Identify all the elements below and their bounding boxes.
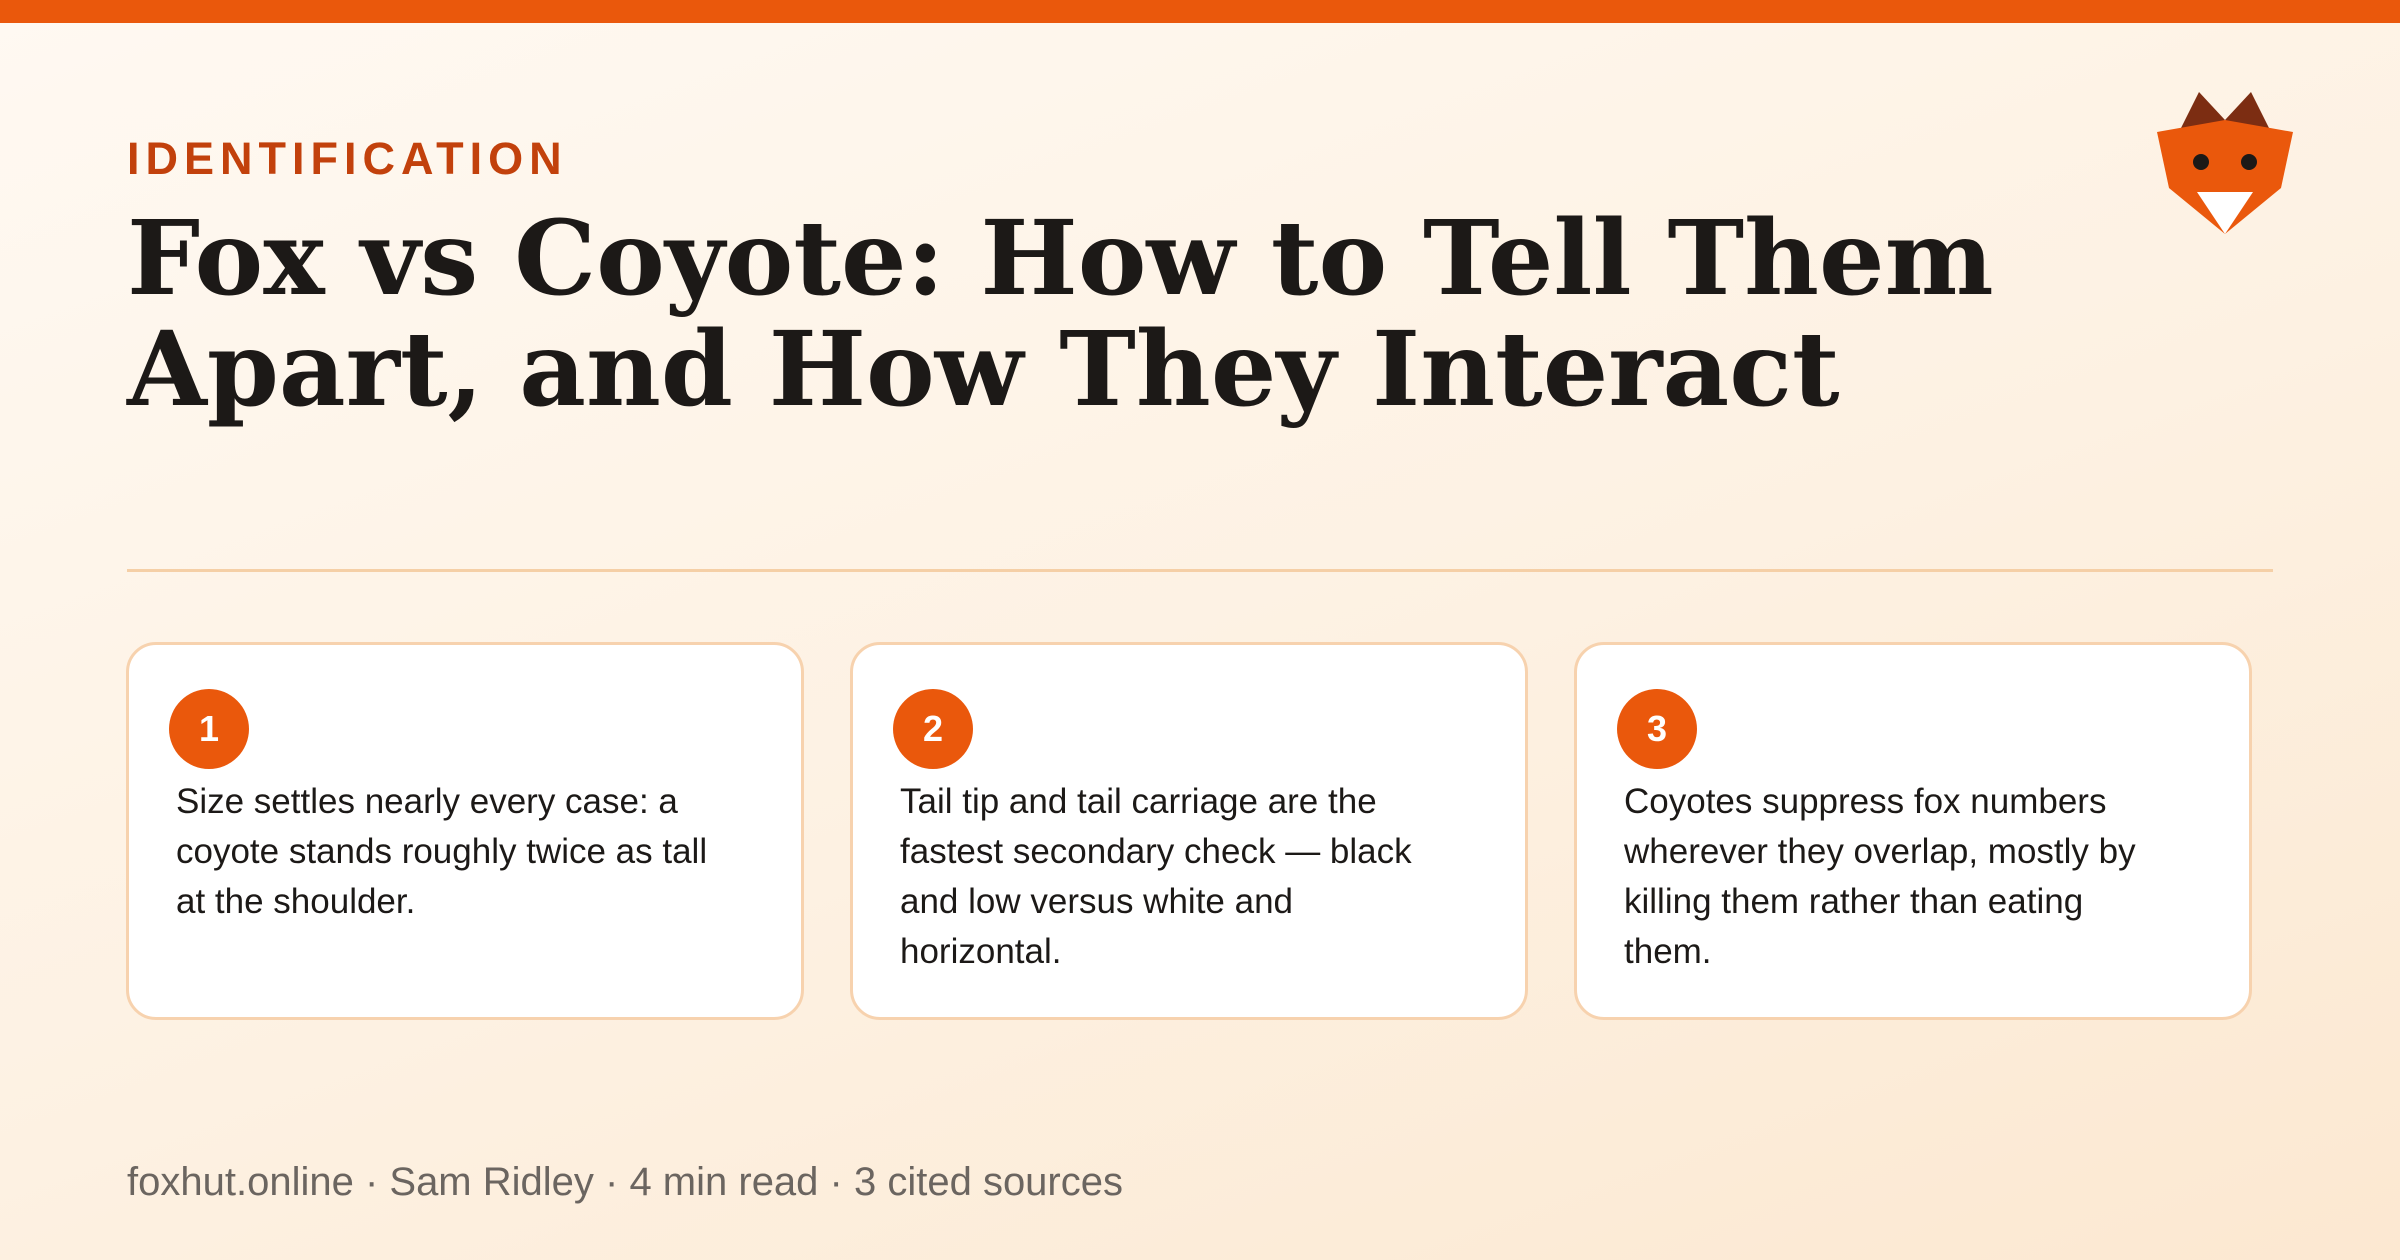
section-divider: [127, 569, 2273, 572]
card-number-badge: 3: [1617, 689, 1697, 769]
fox-head-icon: [2157, 92, 2293, 234]
card-number-badge: 1: [169, 689, 249, 769]
card-text: Tail tip and tail carriage are the faste…: [900, 782, 1412, 971]
key-point-card-2: 2 Tail tip and tail carriage are the fas…: [850, 642, 1528, 1020]
card-number-badge: 2: [893, 689, 973, 769]
article-meta-footer: foxhut.online · Sam Ridley · 4 min read …: [127, 1160, 1123, 1204]
card-text: Coyotes suppress fox numbers wherever th…: [1624, 782, 2136, 971]
key-point-card-3: 3 Coyotes suppress fox numbers wherever …: [1574, 642, 2252, 1020]
card-text: Size settles nearly every case: a coyote…: [176, 782, 708, 921]
category-eyebrow: IDENTIFICATION: [127, 133, 568, 184]
key-point-card-1: 1 Size settles nearly every case: a coyo…: [126, 642, 804, 1020]
top-accent-bar: [0, 0, 2400, 23]
page-title: Fox vs Coyote: How to Tell Them Apart, a…: [127, 198, 1994, 430]
